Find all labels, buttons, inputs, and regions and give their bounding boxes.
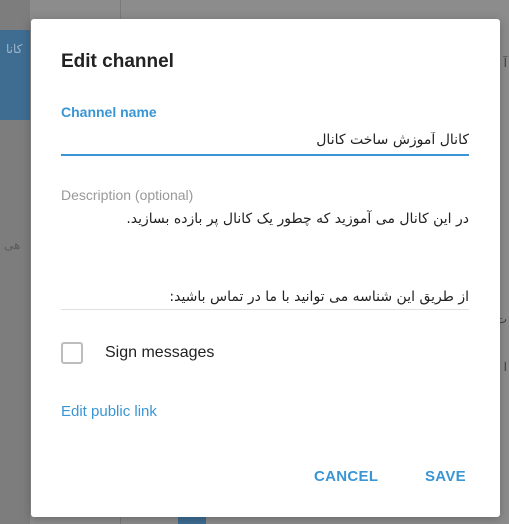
edit-channel-dialog: Edit channel Channel name Description (o…: [31, 19, 500, 517]
background-text-3: ا: [503, 360, 507, 374]
background-chat-label-2: هی: [4, 238, 21, 252]
description-input-line-2[interactable]: از طریق این شناسه می توانید با ما در تما…: [61, 287, 469, 307]
edit-public-link[interactable]: Edit public link: [61, 403, 157, 420]
background-chat-label: کانا: [6, 42, 23, 56]
dialog-title: Edit channel: [61, 51, 174, 72]
description-label: Description (optional): [61, 187, 194, 203]
channel-name-label: Channel name: [61, 104, 157, 120]
sign-messages-checkbox[interactable]: [61, 342, 83, 364]
description-input-line-1[interactable]: در این کانال می آموزید که چطور یک کانال …: [61, 209, 469, 229]
save-button[interactable]: SAVE: [425, 468, 466, 485]
channel-name-input[interactable]: [61, 126, 469, 156]
description-underline: [61, 309, 469, 310]
cancel-button[interactable]: CANCEL: [314, 468, 378, 485]
background-text-1: آ: [503, 56, 507, 70]
sign-messages-label[interactable]: Sign messages: [105, 344, 214, 362]
